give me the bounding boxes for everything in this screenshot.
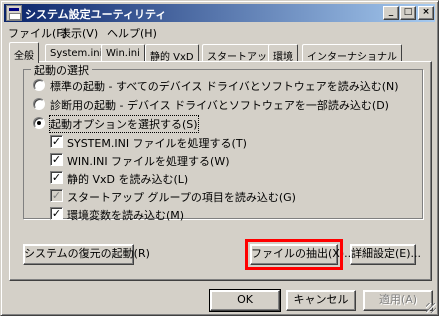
- resize-grip[interactable]: [426, 303, 436, 313]
- restore-button[interactable]: システムの復元の起動(R): [23, 244, 150, 265]
- radio-diagnostic-label[interactable]: 診断用の起動 - デバイス ドライバとソフトウェアを一部読み込む(D): [50, 97, 389, 113]
- tab-system-ini[interactable]: System.ini: [45, 44, 108, 62]
- checkbox-startup-group[interactable]: ✓: [50, 189, 63, 202]
- tab-general[interactable]: 全般: [9, 42, 39, 63]
- radio-selective-startup[interactable]: [33, 117, 45, 129]
- group-label: 起動の選択: [31, 62, 92, 78]
- tab-static-vxd[interactable]: 静的 VxD: [145, 44, 199, 63]
- menu-help[interactable]: ヘルプ(H): [107, 25, 157, 41]
- checkbox-startup-group-label[interactable]: スタートアップ グループの項目を読み込む(G): [67, 189, 296, 205]
- checkbox-system-ini[interactable]: ✓: [50, 135, 63, 148]
- ok-button[interactable]: OK: [209, 289, 281, 312]
- tab-strip: 全般 System.ini Win.ini 静的 VxD スタートアップ 環境 …: [9, 42, 429, 63]
- title-bar[interactable]: システム設定ユーティリティ _ □ ×: [4, 4, 435, 22]
- close-button[interactable]: ×: [418, 6, 434, 20]
- apply-button[interactable]: 適用(A): [363, 290, 433, 311]
- checkbox-env-vars-label[interactable]: 環境変数を読み込む(M): [67, 207, 184, 223]
- tab-win-ini[interactable]: Win.ini: [101, 44, 145, 62]
- checkbox-win-ini-label[interactable]: WIN.INI ファイルを処理する(W): [67, 153, 230, 169]
- app-icon: [6, 5, 22, 21]
- radio-normal-startup[interactable]: [33, 79, 45, 91]
- menu-file[interactable]: ファイル(F): [8, 25, 67, 41]
- menu-bar: ファイル(F) 表示(V) ヘルプ(H): [4, 23, 435, 40]
- maximize-button[interactable]: □: [400, 6, 416, 20]
- window-title: システム設定ユーティリティ: [25, 8, 167, 21]
- advanced-button[interactable]: 詳細設定(E)...: [350, 244, 421, 265]
- tab-environment[interactable]: 環境: [268, 44, 298, 63]
- menu-view[interactable]: 表示(V): [60, 25, 98, 41]
- tab-international[interactable]: インターナショナル: [302, 44, 402, 63]
- radio-diagnostic-startup[interactable]: [33, 98, 45, 110]
- extract-files-button[interactable]: ファイルの抽出(X)...: [250, 244, 355, 265]
- checkbox-static-vxd-label[interactable]: 静的 VxD を読み込む(L): [67, 171, 188, 187]
- checkbox-static-vxd[interactable]: ✓: [50, 171, 63, 184]
- minimize-button[interactable]: _: [383, 6, 399, 20]
- radio-selective-label[interactable]: 起動オプションを選択する(S): [49, 115, 199, 133]
- radio-normal-label[interactable]: 標準の起動 - すべてのデバイス ドライバとソフトウェアを読み込む(N): [50, 78, 399, 94]
- checkbox-system-ini-label[interactable]: SYSTEM.INI ファイルを処理する(T): [67, 135, 247, 151]
- checkbox-env-vars[interactable]: ✓: [50, 207, 63, 220]
- cancel-button[interactable]: キャンセル: [286, 290, 356, 311]
- system-config-window: システム設定ユーティリティ _ □ × ファイル(F) 表示(V) ヘルプ(H)…: [0, 0, 439, 316]
- checkbox-win-ini[interactable]: ✓: [50, 153, 63, 166]
